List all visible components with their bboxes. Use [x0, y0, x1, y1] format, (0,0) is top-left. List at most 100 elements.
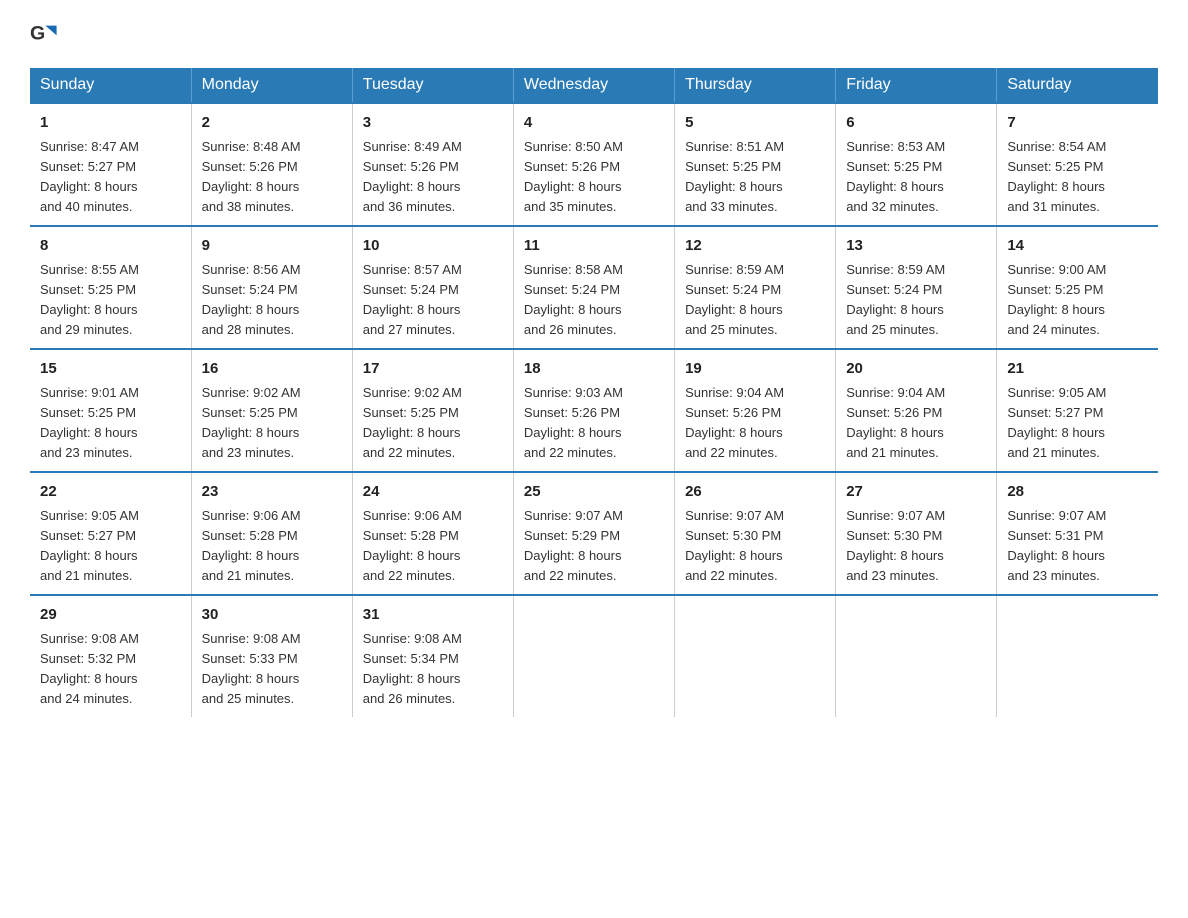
- day-info: Sunrise: 9:00 AMSunset: 5:25 PMDaylight:…: [1007, 260, 1148, 341]
- week-row-1: 1Sunrise: 8:47 AMSunset: 5:27 PMDaylight…: [30, 103, 1158, 226]
- week-row-2: 8Sunrise: 8:55 AMSunset: 5:25 PMDaylight…: [30, 226, 1158, 349]
- day-info: Sunrise: 8:51 AMSunset: 5:25 PMDaylight:…: [685, 137, 825, 218]
- calendar-cell: 12Sunrise: 8:59 AMSunset: 5:24 PMDayligh…: [675, 226, 836, 349]
- calendar-cell: 29Sunrise: 9:08 AMSunset: 5:32 PMDayligh…: [30, 595, 191, 717]
- calendar-table: SundayMondayTuesdayWednesdayThursdayFrid…: [30, 68, 1158, 717]
- day-number: 18: [524, 358, 664, 381]
- calendar-cell: 21Sunrise: 9:05 AMSunset: 5:27 PMDayligh…: [997, 349, 1158, 472]
- calendar-cell: 24Sunrise: 9:06 AMSunset: 5:28 PMDayligh…: [352, 472, 513, 595]
- day-number: 5: [685, 112, 825, 135]
- day-number: 3: [363, 112, 503, 135]
- column-header-tuesday: Tuesday: [352, 68, 513, 103]
- day-number: 22: [40, 481, 181, 504]
- week-row-3: 15Sunrise: 9:01 AMSunset: 5:25 PMDayligh…: [30, 349, 1158, 472]
- calendar-cell: 14Sunrise: 9:00 AMSunset: 5:25 PMDayligh…: [997, 226, 1158, 349]
- calendar-cell: 3Sunrise: 8:49 AMSunset: 5:26 PMDaylight…: [352, 103, 513, 226]
- day-info: Sunrise: 9:04 AMSunset: 5:26 PMDaylight:…: [846, 383, 986, 464]
- day-info: Sunrise: 9:08 AMSunset: 5:33 PMDaylight:…: [202, 629, 342, 710]
- day-info: Sunrise: 8:50 AMSunset: 5:26 PMDaylight:…: [524, 137, 664, 218]
- day-info: Sunrise: 9:07 AMSunset: 5:31 PMDaylight:…: [1007, 506, 1148, 587]
- calendar-cell: 2Sunrise: 8:48 AMSunset: 5:26 PMDaylight…: [191, 103, 352, 226]
- calendar-cell: 16Sunrise: 9:02 AMSunset: 5:25 PMDayligh…: [191, 349, 352, 472]
- day-number: 23: [202, 481, 342, 504]
- day-info: Sunrise: 9:07 AMSunset: 5:29 PMDaylight:…: [524, 506, 664, 587]
- day-number: 11: [524, 235, 664, 258]
- calendar-cell: [997, 595, 1158, 717]
- day-number: 20: [846, 358, 986, 381]
- day-number: 9: [202, 235, 342, 258]
- day-info: Sunrise: 9:02 AMSunset: 5:25 PMDaylight:…: [202, 383, 342, 464]
- day-info: Sunrise: 8:55 AMSunset: 5:25 PMDaylight:…: [40, 260, 181, 341]
- calendar-cell: 25Sunrise: 9:07 AMSunset: 5:29 PMDayligh…: [513, 472, 674, 595]
- column-header-sunday: Sunday: [30, 68, 191, 103]
- calendar-cell: 28Sunrise: 9:07 AMSunset: 5:31 PMDayligh…: [997, 472, 1158, 595]
- day-number: 21: [1007, 358, 1148, 381]
- day-number: 7: [1007, 112, 1148, 135]
- day-info: Sunrise: 9:06 AMSunset: 5:28 PMDaylight:…: [363, 506, 503, 587]
- calendar-cell: 19Sunrise: 9:04 AMSunset: 5:26 PMDayligh…: [675, 349, 836, 472]
- calendar-cell: 5Sunrise: 8:51 AMSunset: 5:25 PMDaylight…: [675, 103, 836, 226]
- calendar-cell: 6Sunrise: 8:53 AMSunset: 5:25 PMDaylight…: [836, 103, 997, 226]
- day-info: Sunrise: 9:08 AMSunset: 5:32 PMDaylight:…: [40, 629, 181, 710]
- day-info: Sunrise: 8:59 AMSunset: 5:24 PMDaylight:…: [846, 260, 986, 341]
- calendar-cell: 4Sunrise: 8:50 AMSunset: 5:26 PMDaylight…: [513, 103, 674, 226]
- day-info: Sunrise: 9:01 AMSunset: 5:25 PMDaylight:…: [40, 383, 181, 464]
- week-row-5: 29Sunrise: 9:08 AMSunset: 5:32 PMDayligh…: [30, 595, 1158, 717]
- day-number: 8: [40, 235, 181, 258]
- day-info: Sunrise: 8:48 AMSunset: 5:26 PMDaylight:…: [202, 137, 342, 218]
- page-header: G: [30, 20, 1158, 48]
- svg-text:G: G: [30, 23, 45, 45]
- day-number: 1: [40, 112, 181, 135]
- day-number: 26: [685, 481, 825, 504]
- calendar-cell: 18Sunrise: 9:03 AMSunset: 5:26 PMDayligh…: [513, 349, 674, 472]
- calendar-cell: 9Sunrise: 8:56 AMSunset: 5:24 PMDaylight…: [191, 226, 352, 349]
- day-info: Sunrise: 9:03 AMSunset: 5:26 PMDaylight:…: [524, 383, 664, 464]
- day-info: Sunrise: 8:59 AMSunset: 5:24 PMDaylight:…: [685, 260, 825, 341]
- calendar-cell: [836, 595, 997, 717]
- day-number: 10: [363, 235, 503, 258]
- column-header-saturday: Saturday: [997, 68, 1158, 103]
- calendar-cell: 26Sunrise: 9:07 AMSunset: 5:30 PMDayligh…: [675, 472, 836, 595]
- calendar-cell: 31Sunrise: 9:08 AMSunset: 5:34 PMDayligh…: [352, 595, 513, 717]
- day-number: 31: [363, 604, 503, 627]
- day-info: Sunrise: 9:08 AMSunset: 5:34 PMDaylight:…: [363, 629, 503, 710]
- day-info: Sunrise: 9:07 AMSunset: 5:30 PMDaylight:…: [846, 506, 986, 587]
- column-header-wednesday: Wednesday: [513, 68, 674, 103]
- calendar-cell: 10Sunrise: 8:57 AMSunset: 5:24 PMDayligh…: [352, 226, 513, 349]
- day-info: Sunrise: 8:49 AMSunset: 5:26 PMDaylight:…: [363, 137, 503, 218]
- day-number: 30: [202, 604, 342, 627]
- calendar-cell: 11Sunrise: 8:58 AMSunset: 5:24 PMDayligh…: [513, 226, 674, 349]
- day-number: 24: [363, 481, 503, 504]
- day-info: Sunrise: 8:58 AMSunset: 5:24 PMDaylight:…: [524, 260, 664, 341]
- day-info: Sunrise: 9:04 AMSunset: 5:26 PMDaylight:…: [685, 383, 825, 464]
- day-number: 29: [40, 604, 181, 627]
- week-row-4: 22Sunrise: 9:05 AMSunset: 5:27 PMDayligh…: [30, 472, 1158, 595]
- day-number: 13: [846, 235, 986, 258]
- column-header-monday: Monday: [191, 68, 352, 103]
- calendar-cell: 22Sunrise: 9:05 AMSunset: 5:27 PMDayligh…: [30, 472, 191, 595]
- day-number: 25: [524, 481, 664, 504]
- day-info: Sunrise: 9:05 AMSunset: 5:27 PMDaylight:…: [1007, 383, 1148, 464]
- calendar-cell: 1Sunrise: 8:47 AMSunset: 5:27 PMDaylight…: [30, 103, 191, 226]
- calendar-cell: 30Sunrise: 9:08 AMSunset: 5:33 PMDayligh…: [191, 595, 352, 717]
- day-number: 2: [202, 112, 342, 135]
- calendar-cell: 27Sunrise: 9:07 AMSunset: 5:30 PMDayligh…: [836, 472, 997, 595]
- calendar-cell: 7Sunrise: 8:54 AMSunset: 5:25 PMDaylight…: [997, 103, 1158, 226]
- day-info: Sunrise: 9:02 AMSunset: 5:25 PMDaylight:…: [363, 383, 503, 464]
- day-info: Sunrise: 8:53 AMSunset: 5:25 PMDaylight:…: [846, 137, 986, 218]
- day-number: 28: [1007, 481, 1148, 504]
- day-number: 19: [685, 358, 825, 381]
- day-number: 4: [524, 112, 664, 135]
- calendar-cell: 15Sunrise: 9:01 AMSunset: 5:25 PMDayligh…: [30, 349, 191, 472]
- day-number: 14: [1007, 235, 1148, 258]
- column-header-friday: Friday: [836, 68, 997, 103]
- day-info: Sunrise: 8:47 AMSunset: 5:27 PMDaylight:…: [40, 137, 181, 218]
- day-number: 16: [202, 358, 342, 381]
- day-info: Sunrise: 9:06 AMSunset: 5:28 PMDaylight:…: [202, 506, 342, 587]
- calendar-cell: 8Sunrise: 8:55 AMSunset: 5:25 PMDaylight…: [30, 226, 191, 349]
- day-number: 12: [685, 235, 825, 258]
- calendar-cell: [675, 595, 836, 717]
- calendar-cell: 20Sunrise: 9:04 AMSunset: 5:26 PMDayligh…: [836, 349, 997, 472]
- calendar-cell: 23Sunrise: 9:06 AMSunset: 5:28 PMDayligh…: [191, 472, 352, 595]
- day-number: 15: [40, 358, 181, 381]
